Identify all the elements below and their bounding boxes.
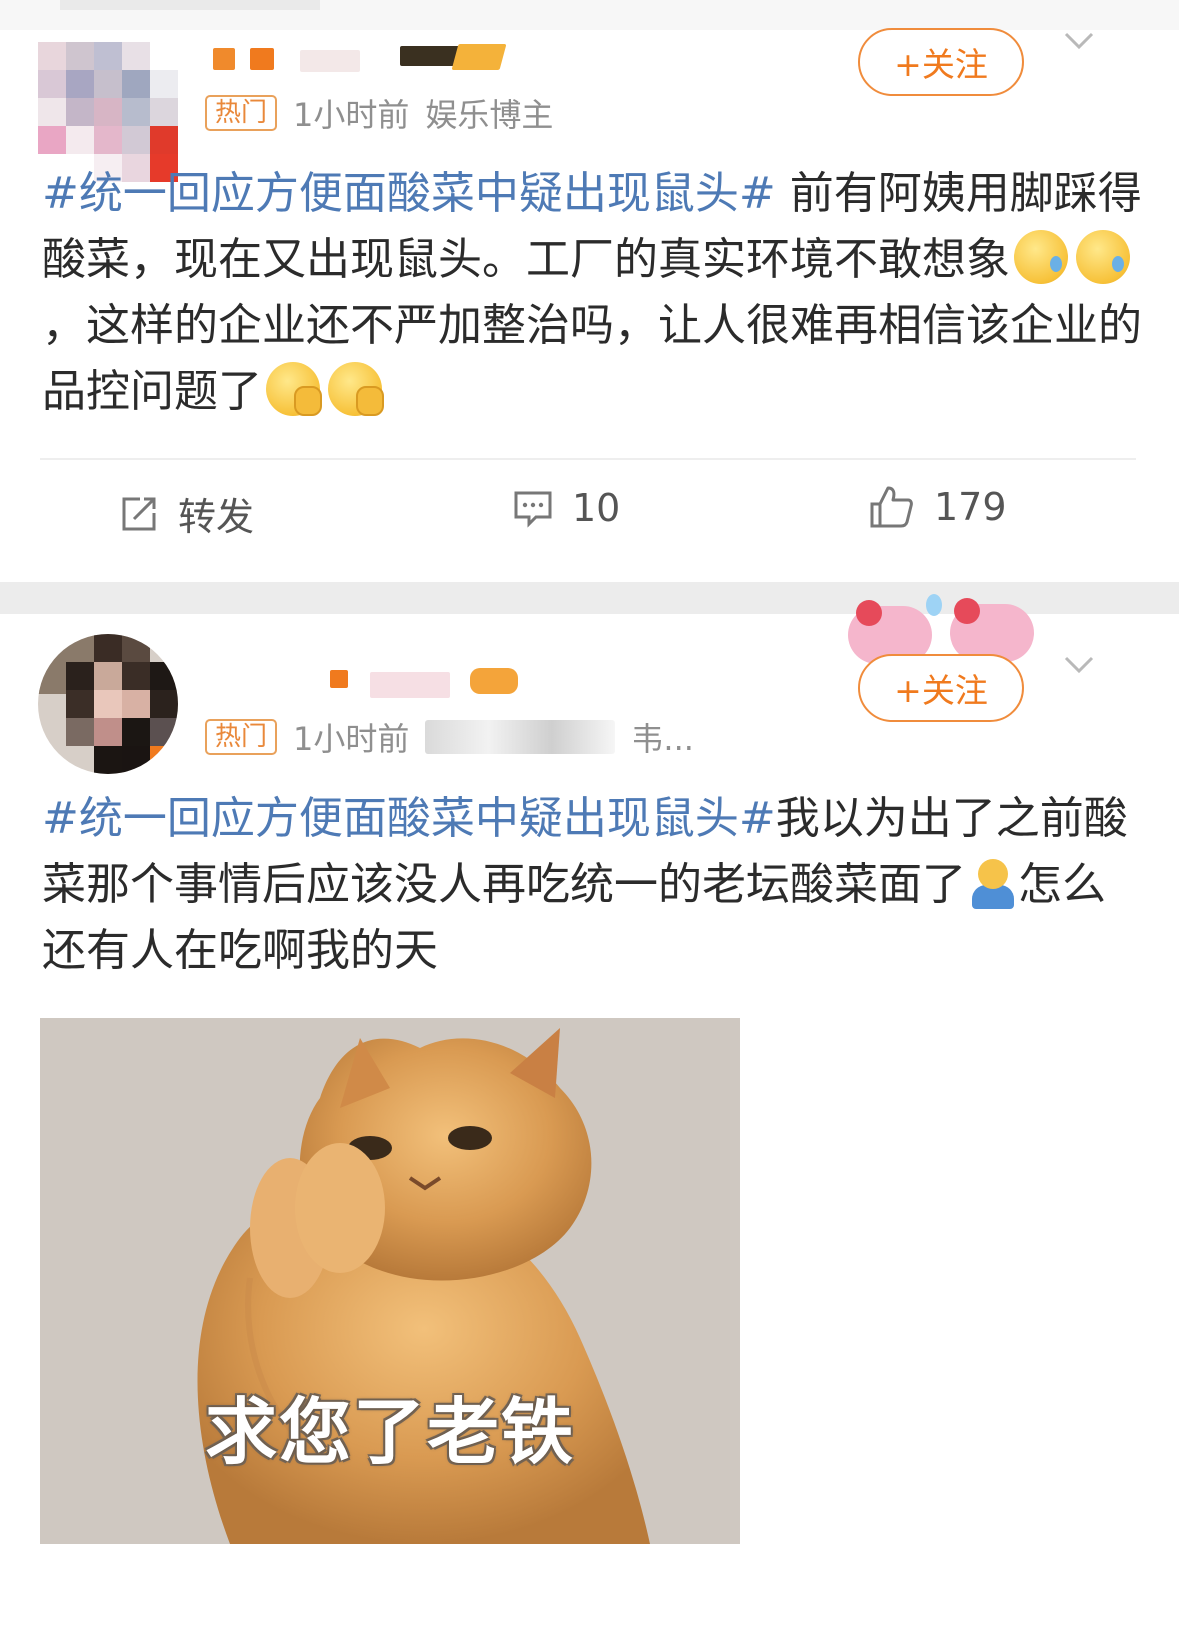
avatar[interactable] bbox=[38, 634, 178, 774]
hashtag-link[interactable]: #统一回应方便面酸菜中疑出现鼠头# bbox=[42, 793, 776, 844]
chevron-down-icon[interactable] bbox=[1062, 24, 1096, 58]
post-meta: 热门 1小时前 娱乐博主 bbox=[205, 90, 553, 136]
chevron-down-icon[interactable] bbox=[1062, 648, 1096, 682]
follow-button[interactable]: +关注 bbox=[858, 28, 1024, 96]
hand-over-mouth-icon bbox=[328, 362, 384, 416]
post-meta-truncated: 韦... bbox=[631, 720, 694, 758]
action-divider bbox=[40, 458, 1136, 460]
follow-button[interactable]: +关注 bbox=[858, 654, 1024, 722]
thumbs-up-icon bbox=[870, 486, 913, 528]
image-caption: 求您了老铁 bbox=[204, 1390, 575, 1474]
top-strip-fade bbox=[60, 0, 320, 10]
hot-badge: 热门 bbox=[205, 719, 278, 755]
share-icon bbox=[122, 497, 156, 530]
sweat-face-icon bbox=[1076, 230, 1130, 284]
hashtag-link[interactable]: #统一回应方便面酸菜中疑出现鼠头# bbox=[42, 168, 776, 219]
username-redacted[interactable] bbox=[205, 44, 507, 76]
comment-count: 10 bbox=[572, 486, 621, 530]
username-redacted[interactable] bbox=[330, 668, 530, 700]
post-meta: 热门 1小时前 韦... bbox=[205, 714, 694, 760]
meta-redacted bbox=[425, 720, 616, 754]
hand-over-mouth-icon bbox=[266, 362, 322, 416]
facepalm-icon bbox=[970, 859, 1014, 909]
post-category: 娱乐博主 bbox=[425, 96, 554, 134]
post-card-1: 热门 1小时前 娱乐博主 +关注 #统一回应方便面酸菜中疑出现鼠头# 前有阿姨用… bbox=[0, 28, 1179, 582]
post-text-b: ，这样的企业还不严加整治吗，让人很难再相信该企业的品控问题了 bbox=[42, 300, 1142, 417]
post-card-2: 热门 1小时前 韦... +关注 #统一回应方便面酸菜中疑出现鼠头#我以为出了之… bbox=[0, 594, 1179, 1628]
sweat-face-icon bbox=[1014, 230, 1068, 284]
post-text: #统一回应方便面酸菜中疑出现鼠头#我以为出了之前酸菜那个事情后应该没人再吃统一的… bbox=[42, 786, 1142, 984]
comment-icon bbox=[514, 491, 552, 528]
post-time: 1小时前 bbox=[293, 96, 410, 134]
comment-button[interactable]: 10 bbox=[512, 486, 620, 530]
like-count: 179 bbox=[934, 485, 1007, 529]
post-image-cat-meme[interactable]: 求您了老铁 bbox=[40, 1018, 740, 1544]
top-strip bbox=[0, 0, 1179, 30]
like-button[interactable]: 179 bbox=[868, 484, 1007, 530]
repost-button[interactable]: 转发 bbox=[118, 486, 254, 541]
repost-label: 转发 bbox=[178, 495, 255, 539]
post-time: 1小时前 bbox=[293, 720, 410, 758]
post-text: #统一回应方便面酸菜中疑出现鼠头# 前有阿姨用脚踩得酸菜，现在又出现鼠头。工厂的… bbox=[42, 161, 1142, 425]
hot-badge: 热门 bbox=[205, 95, 278, 131]
